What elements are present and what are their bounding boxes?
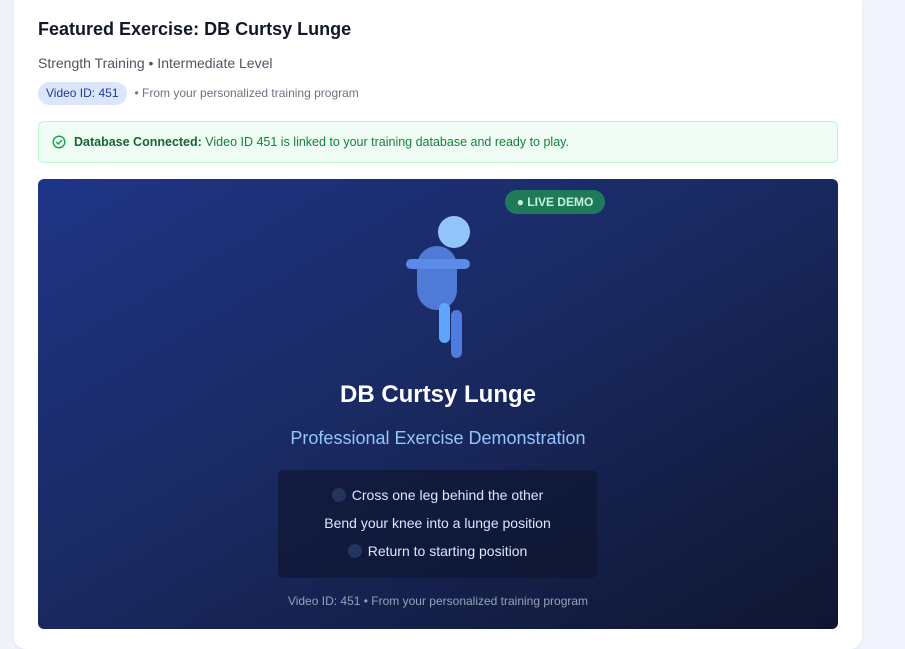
exercise-title: DB Curtsy Lunge [339,381,536,408]
database-status-alert: Database Connected: Video ID 451 is link… [38,121,838,163]
step-text: Bend your knee into a lunge position [324,515,551,531]
figure-torso [417,246,457,310]
exercise-step: Cross one leg behind the other [278,487,597,503]
exercise-steps-panel: Cross one leg behind the other Bend your… [278,470,597,578]
alert-strong-label: Database Connected: [74,135,202,149]
step-text: Return to starting position [367,543,528,559]
alert-message: Database Connected: Video ID 451 is link… [74,135,569,149]
figure-arms [406,259,470,269]
video-id-badge: Video ID: 451 [38,81,127,105]
exercise-video-player[interactable]: ● LIVE DEMO DB Curtsy Lunge Professional… [38,179,838,629]
step-text: Cross one leg behind the other [351,487,544,503]
figure-leg-front [439,303,450,343]
video-meta-row: Video ID: 451 • From your personalized t… [38,81,359,105]
step-bullet-icon [347,544,362,558]
step-bullet-icon [331,488,346,502]
exercise-category-level: Strength Training • Intermediate Level [38,55,273,71]
figure-head [438,216,470,248]
right-panel-edge [862,0,905,649]
exercise-figure-illustration [398,213,478,363]
page-title: Featured Exercise: DB Curtsy Lunge [38,19,352,39]
program-source-note: • From your personalized training progra… [134,86,359,100]
figure-leg-back [451,310,462,358]
exercise-step: Bend your knee into a lunge position [278,515,597,531]
live-demo-badge: ● LIVE DEMO [505,190,605,214]
player-footer-note: Video ID: 451 • From your personalized t… [287,594,589,608]
check-circle-icon [52,135,66,149]
exercise-subtitle: Professional Exercise Demonstration [290,428,586,448]
alert-body-text: Video ID 451 is linked to your training … [201,135,569,149]
exercise-step: Return to starting position [278,543,597,559]
